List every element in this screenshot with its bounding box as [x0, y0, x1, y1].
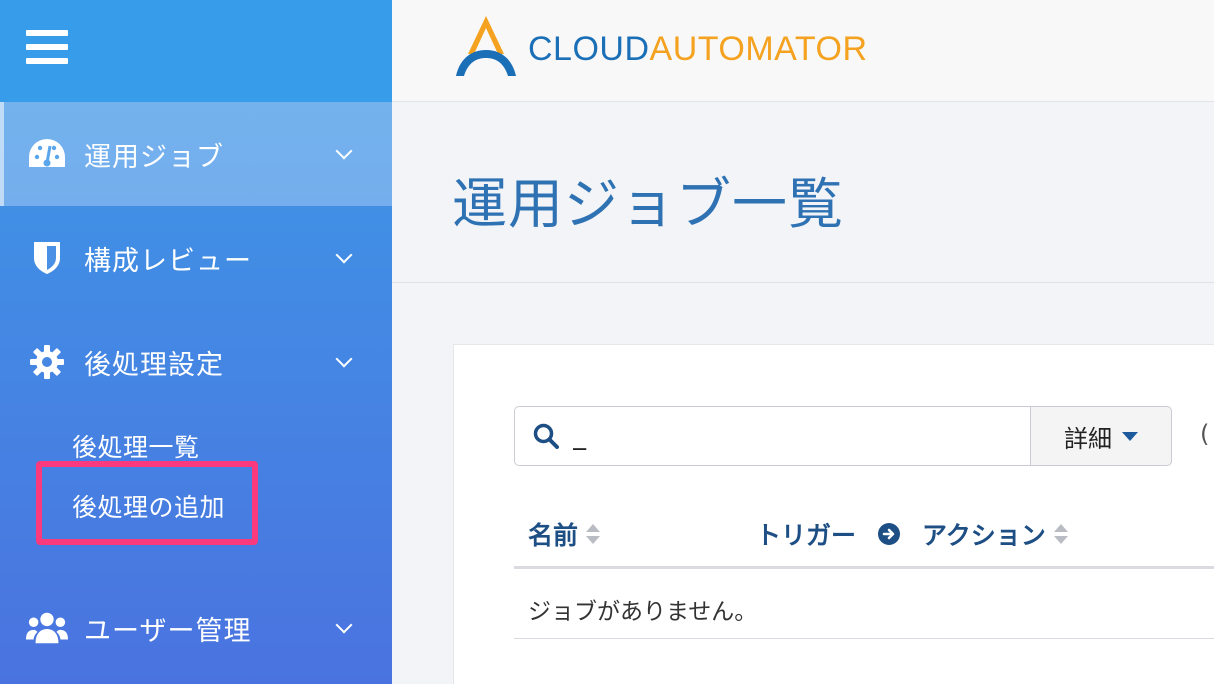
- sidebar-item-postprocess-settings[interactable]: 後処理設定: [0, 310, 392, 414]
- sidebar-topbar: [0, 0, 392, 102]
- arrow-right-circle-icon: [878, 523, 901, 545]
- truncated-text: (: [1200, 420, 1210, 448]
- detail-dropdown-button[interactable]: 詳細: [1030, 406, 1172, 466]
- brand-name: CLOUDAUTOMATOR: [528, 30, 868, 68]
- gear-icon: [26, 344, 68, 380]
- dashboard-icon: [26, 136, 68, 172]
- jobs-panel: [453, 344, 1214, 684]
- chevron-down-icon: [335, 616, 353, 634]
- hamburger-menu-icon[interactable]: [26, 30, 68, 66]
- detail-button-label: 詳細: [1064, 424, 1112, 453]
- sidebar-item-jobs[interactable]: 運用ジョブ: [0, 102, 392, 206]
- sidebar-item-label: ユーザー管理: [84, 615, 252, 647]
- table-row-divider: [514, 638, 1214, 639]
- sidebar-item-config-review[interactable]: 構成レビュー: [0, 206, 392, 310]
- table-header-divider: [514, 566, 1214, 569]
- column-header-trigger: トリガー: [756, 516, 901, 552]
- sidebar: 運用ジョブ 構成レビュー 後処理設定 後処理一覧 後処理の追加 ユーザー管理: [0, 0, 392, 684]
- sidebar-item-label: 構成レビュー: [84, 245, 252, 277]
- cloudautomator-logo-icon[interactable]: [454, 14, 518, 78]
- column-header-action[interactable]: アクション: [922, 516, 1068, 552]
- sort-icon: [586, 524, 601, 544]
- users-icon: [26, 610, 68, 646]
- sidebar-item-user-management[interactable]: ユーザー管理: [0, 576, 392, 680]
- sidebar-item-label: 後処理設定: [84, 349, 224, 381]
- caret-down-icon: [1122, 431, 1138, 441]
- empty-table-message: ジョブがありません。: [528, 599, 758, 625]
- search-box: [514, 406, 1032, 466]
- sort-icon: [1053, 524, 1068, 544]
- search-input[interactable]: [573, 421, 993, 451]
- title-band: 運用ジョブ一覧: [392, 103, 1214, 283]
- shield-icon: [26, 240, 68, 276]
- app-header: CLOUDAUTOMATOR: [392, 0, 1214, 102]
- column-header-name[interactable]: 名前: [528, 516, 601, 552]
- highlight-annotation: [36, 461, 258, 545]
- page-title: 運用ジョブ一覧: [452, 172, 845, 236]
- chevron-down-icon: [335, 350, 353, 368]
- chevron-down-icon: [335, 246, 353, 264]
- search-icon: [533, 423, 559, 449]
- sidebar-item-label: 運用ジョブ: [84, 141, 224, 173]
- chevron-down-icon: [335, 142, 353, 160]
- sidebar-subitem-postprocess-list[interactable]: 後処理一覧: [72, 428, 200, 464]
